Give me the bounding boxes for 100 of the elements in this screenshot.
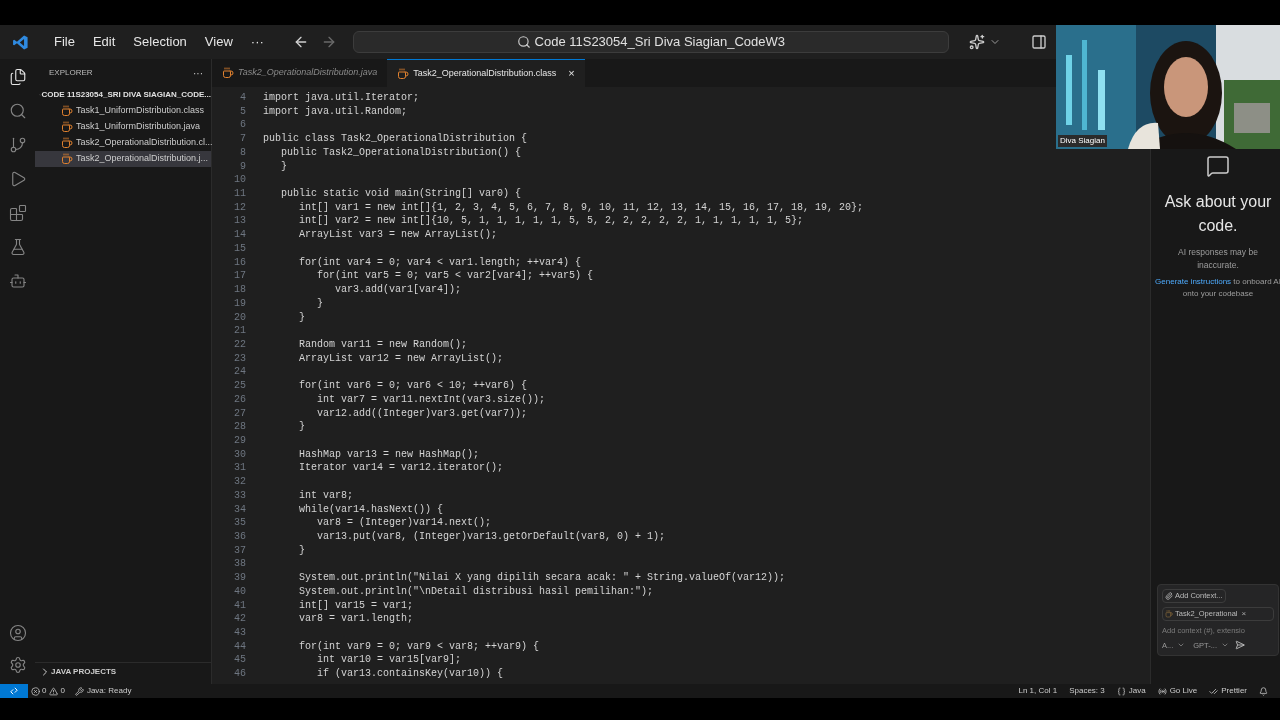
section-title[interactable]: JAVA PROJECTS	[51, 665, 117, 678]
line-number: 43	[233, 626, 246, 640]
line-number: 45	[233, 653, 246, 668]
line-number: 9	[239, 159, 246, 174]
code-line: }	[280, 159, 287, 174]
code-line: int var7 = var11.nextInt(var3.size());	[316, 392, 546, 407]
lang-status-item[interactable]: Java	[1116, 685, 1146, 697]
code-line: public static void main(String[] var0) {	[280, 187, 522, 201]
code-line: int[] var15 = var1;	[298, 598, 414, 613]
line-number: 21	[233, 324, 246, 338]
code-line: int[] var1 = new int[]{1, 2, 3, 4, 5, 6, 7, 8, 9, 10, 11, 12, 13, 14, 15, 16, 17, 18, 19, 20};	[298, 200, 864, 215]
menu-item[interactable]: View	[195, 32, 242, 52]
line-number: 4	[239, 91, 246, 105]
code-line: for(int var5 = 0; var5 < var2[var4]; ++var5) {	[316, 269, 594, 284]
menu-item[interactable]: File	[45, 32, 84, 52]
folder-name[interactable]: CODE 11S23054_SRI DIVA SIAGIAN_CODE...	[41, 89, 211, 101]
code-line: for(int var4 = 0; var4 < var1.length; ++var4) {	[298, 255, 582, 270]
code-line: var3.add(var1[var4]);	[334, 283, 462, 297]
text-status-item[interactable]: Ln 1, Col 1	[1018, 685, 1058, 697]
editor-tab[interactable]: Task2_OperationalDistribution.class ×	[387, 59, 585, 87]
line-number: 22	[233, 337, 246, 352]
code-line: int[] var2 = new int[]{10, 5, 1, 1, 1, 1, 1, 5, 5, 2, 2, 2, 2, 2, 1, 1, 1, 1, 1, 5};	[298, 214, 804, 229]
code-line: Iterator var14 = var12.iterator();	[298, 461, 504, 476]
code-line: }	[316, 296, 323, 311]
line-number: 6	[239, 118, 246, 133]
code-line: var8 = var1.length;	[298, 612, 414, 627]
line-number: 26	[233, 392, 246, 407]
explorer-row[interactable]: Task2_OperationalDistribution.cl...	[35, 135, 211, 151]
line-number: 18	[233, 283, 246, 297]
code-line: }	[298, 543, 305, 558]
chat-note: AI responses may be inaccurate.	[1177, 246, 1259, 272]
more-button[interactable]: ···	[193, 65, 203, 81]
line-number: 19	[233, 296, 246, 311]
code-line: }	[298, 420, 305, 434]
line-number: 36	[233, 530, 246, 544]
golive-status-item[interactable]: Go Live	[1157, 685, 1198, 697]
code-line: ArrayList var3 = new ArrayList();	[298, 228, 498, 242]
line-number: 8	[239, 145, 246, 160]
code-line: System.out.println("\nDetail distribusi hasil pemilihan:");	[298, 584, 654, 599]
warning-count[interactable]: 0	[60, 685, 65, 697]
code-line: public class Task2_OperationalDistribution {	[263, 132, 528, 146]
line-number: 31	[233, 461, 246, 476]
code-line: int var8;	[298, 488, 353, 503]
line-number: 27	[233, 406, 246, 421]
menu-item[interactable]: Selection	[124, 32, 196, 52]
line-number: 28	[233, 420, 246, 434]
code-line: var12.add((Integer)var3.get(var7));	[316, 406, 528, 421]
code-line: for(int var9 = 0; var9 < var8; ++var9) {	[298, 639, 540, 654]
line-number: 12	[233, 200, 246, 215]
command-center[interactable]: Code 11S23054_Sri Diva Siagian_CodeW3	[352, 31, 949, 53]
line-number: 14	[233, 228, 246, 242]
code-line: }	[298, 310, 305, 325]
line-number: 25	[233, 379, 246, 393]
line-number: 7	[239, 132, 246, 146]
line-number: 42	[233, 612, 246, 627]
code-line: while(var14.hasNext()) {	[298, 502, 444, 517]
code-line: var13.put(var8, (Integer)var13.getOrDefault(var8, 0) + 1);	[316, 530, 666, 544]
code-line: for(int var6 = 0; var6 < 10; ++var6) {	[298, 379, 528, 393]
line-number: 34	[233, 502, 246, 517]
explorer-row[interactable]: Task1_UniformDistribution.java	[35, 119, 211, 135]
chat-instructions: Generate instructions to onboard AI onto your codebase	[1155, 276, 1280, 300]
line-number: 20	[233, 310, 246, 325]
line-number: 46	[233, 667, 246, 681]
line-number: 24	[233, 365, 246, 380]
text-status-item[interactable]: Spaces: 3	[1069, 685, 1105, 697]
explorer-row[interactable]: Task1_UniformDistribution.class	[35, 103, 211, 119]
menu-item[interactable]: Edit	[83, 32, 125, 52]
line-number: 30	[233, 447, 246, 462]
code-line: HashMap var13 = new HashMap();	[298, 447, 480, 462]
line-number: 15	[233, 241, 246, 256]
line-number: 17	[233, 269, 246, 284]
code-line: import java.util.Iterator;	[263, 91, 420, 105]
line-number: 33	[233, 488, 246, 503]
line-number: 13	[233, 214, 246, 229]
chip-close-button[interactable]: ×	[1241, 607, 1247, 620]
code-line: import java.util.Random;	[263, 104, 408, 119]
java-status[interactable]: Java: Ready	[86, 685, 132, 697]
code-line: if (var13.containsKey(var10)) {	[316, 667, 504, 681]
line-number: 41	[233, 598, 246, 613]
file-name: Task1_UniformDistribution.class	[76, 104, 205, 118]
close-button[interactable]: ×	[568, 65, 575, 82]
prettier-status-item[interactable]: Prettier	[1209, 685, 1247, 697]
line-number: 37	[233, 543, 246, 558]
menu-item[interactable]: ···	[241, 32, 273, 52]
explorer-row[interactable]: Task2_OperationalDistribution.j...	[35, 151, 211, 167]
sidebar-title: EXPLORER	[49, 67, 93, 79]
code-line: var8 = (Integer)var14.next();	[316, 516, 492, 530]
line-number: 16	[233, 255, 246, 270]
code-line: System.out.println("Nilai X yang dipilih secara acak: " + String.valueOf(var12));	[298, 571, 786, 585]
generate-instructions-link[interactable]: Generate instructions	[1155, 277, 1232, 286]
code-line: Random var11 = new Random();	[298, 337, 468, 352]
line-number: 40	[233, 584, 246, 599]
command-center-text: Code 11S23054_Sri Diva Siagian_CodeW3	[534, 33, 786, 52]
line-number: 11	[233, 187, 246, 201]
line-number: 39	[233, 571, 246, 585]
line-number: 32	[233, 475, 246, 489]
line-number: 5	[239, 104, 246, 119]
line-number: 10	[233, 173, 246, 188]
error-count[interactable]: 0	[42, 685, 47, 697]
line-number: 29	[233, 433, 246, 448]
